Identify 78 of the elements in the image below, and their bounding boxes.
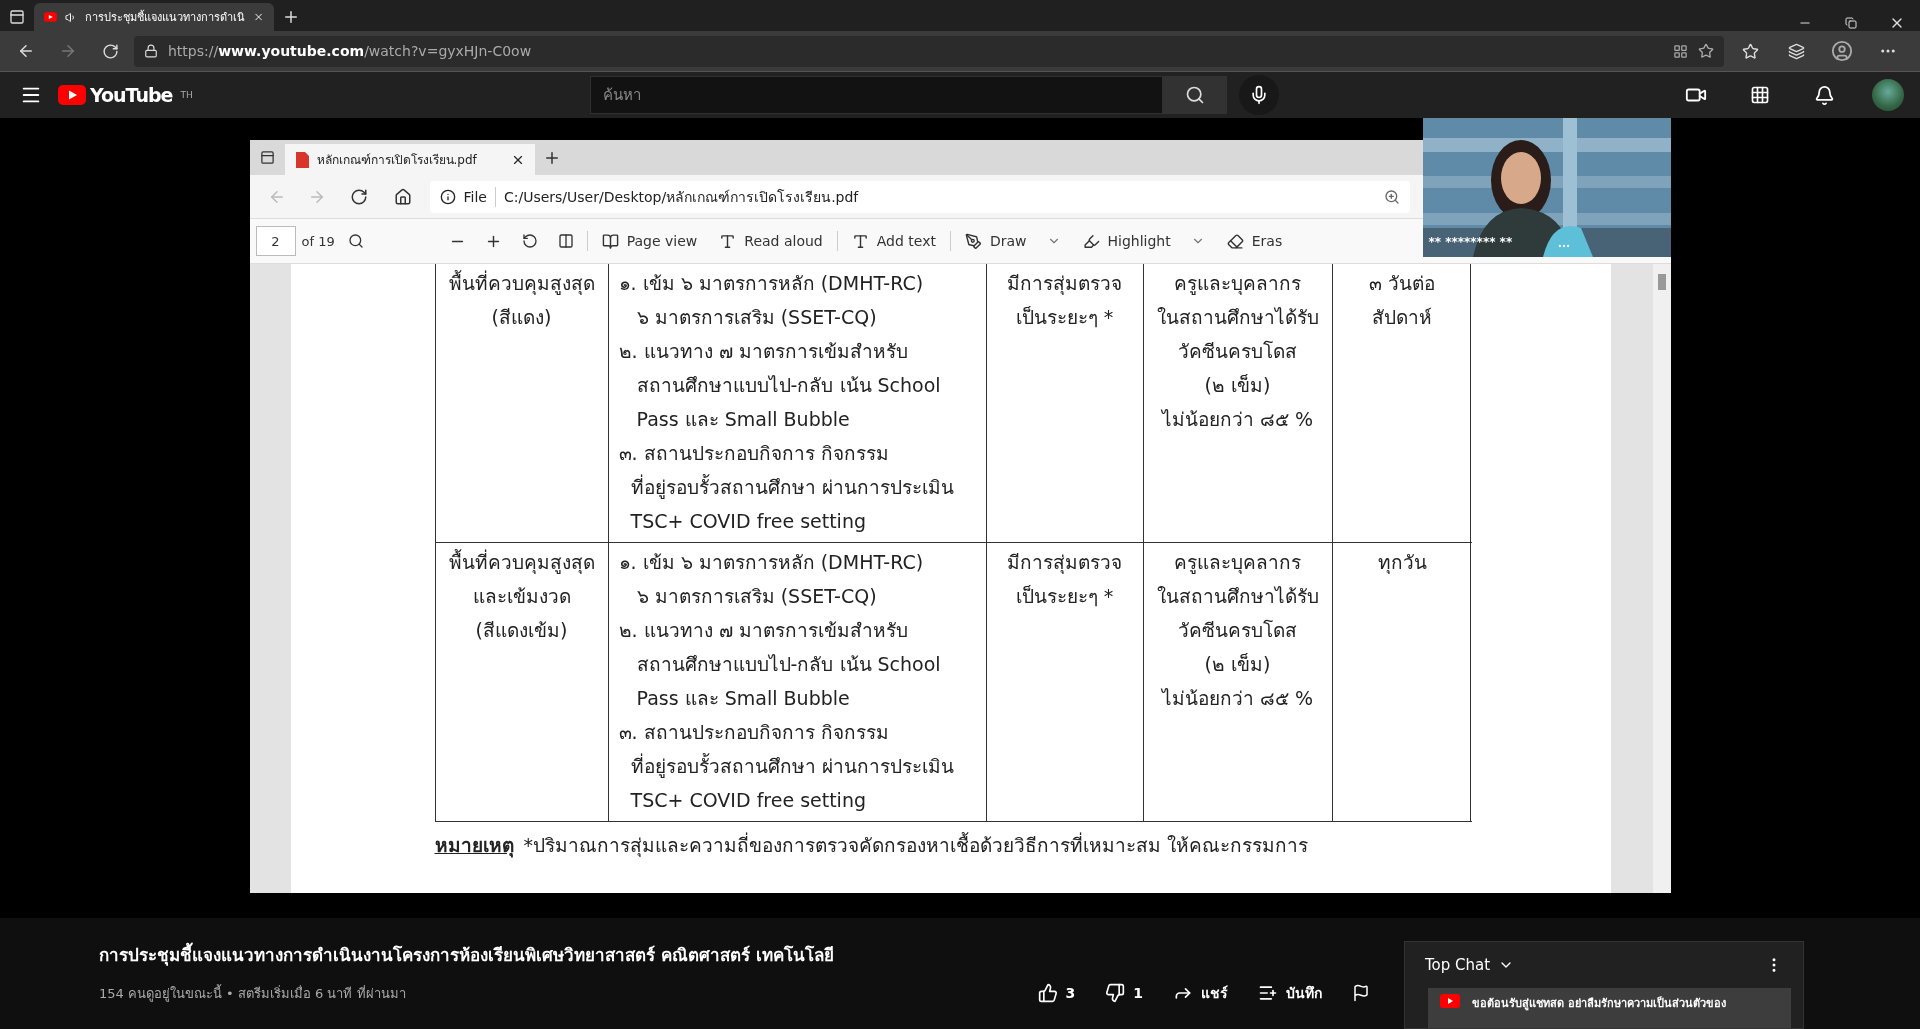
pdf-file-icon <box>294 151 309 168</box>
page-count: of 19 <box>301 233 335 249</box>
account-avatar[interactable] <box>1872 79 1904 111</box>
toolbar-button[interactable]: Page view <box>593 225 706 257</box>
favorite-icon[interactable] <box>1698 43 1714 59</box>
flag-icon <box>1352 984 1370 1002</box>
like-button[interactable]: 3 <box>1033 979 1080 1007</box>
thumbs-down-icon <box>1105 983 1126 1003</box>
video-meta: 154 คนดูอยู่ในขณะนี้ • สตรีมเริ่มเมื่อ 6 นาที ที่ผ่านมา <box>99 983 406 1004</box>
zoom-icon[interactable] <box>1383 188 1400 205</box>
search-icon <box>1184 85 1205 105</box>
thumbs-up-icon <box>1037 983 1058 1003</box>
highlighter-icon <box>1082 232 1100 250</box>
reload-icon[interactable] <box>101 42 119 60</box>
profile-icon[interactable] <box>1831 40 1853 62</box>
scrollbar[interactable] <box>1652 264 1671 893</box>
info-icon <box>439 188 456 205</box>
save-button[interactable]: บันทึก <box>1254 978 1326 1008</box>
search-icon[interactable] <box>347 233 364 249</box>
fit-width-icon[interactable] <box>557 233 574 249</box>
table-cell: ๓ วันต่อ สัปดาห์ <box>1331 264 1472 543</box>
table-cell: มีการสุ่มตรวจ เป็นระยะๆ * <box>985 264 1143 543</box>
table-cell: ทุกวัน <box>1331 543 1472 822</box>
video-logo-icon <box>1440 994 1460 1008</box>
chat-mode-dropdown[interactable]: Top Chat <box>1425 956 1515 974</box>
book-icon <box>601 232 619 250</box>
collections-icon[interactable] <box>1787 42 1805 60</box>
search-button[interactable] <box>1162 76 1227 114</box>
toolbar-button[interactable]: Read aloud <box>711 225 831 257</box>
apps-icon[interactable] <box>1750 85 1770 105</box>
table-cell: พื้นที่ควบคุมสูงสุด (สีแดง) <box>435 264 608 543</box>
toolbar-button[interactable]: Eras <box>1218 225 1291 257</box>
pdf-tab[interactable]: หลักเกณฑ์การเปิดโรงเรียน.pdf <box>284 144 535 175</box>
table-cell: ครูและบุคลากร ในสถานศึกษาได้รับ วัคซีนครบโดส (๒ เข็ม) ไม่น้อยกว่า ๘๕ % <box>1142 543 1332 822</box>
text-box-icon <box>851 232 869 250</box>
video-logo-icon <box>44 11 57 23</box>
table-cell: ๑. เข้ม ๖ มาตรการหลัก (DMHT-RC) ๖ มาตรการเสริม (SSET-CQ) ๒. แนวทาง ๗ มาตรการเข้มสำหรับ สถานศึกษาแบบไป-กลับ เน้น School Pass และ Small Bubble ๓. สถานประกอบกิจการ กิจกรรม ที่อยู่รอบรั้วสถานศึกษา ผ่านการประเมิน TSC+ COVID free setting <box>607 543 986 822</box>
share-button[interactable]: แชร์ <box>1169 978 1232 1008</box>
eraser-icon <box>1226 232 1244 250</box>
tab-title: การประชุมชี้แจงแนวทางการดำเนิ <box>84 9 245 26</box>
dislike-button[interactable]: 1 <box>1101 979 1147 1007</box>
participant-name: ** ******** ** <box>1428 235 1513 249</box>
add-to-list-icon <box>1258 983 1278 1003</box>
browser-tab[interactable]: การประชุมชี้แจงแนวทางการดำเนิ <box>34 3 274 31</box>
url-text: https://www.youtube.com/watch?v=gyxHJn-C0ow <box>168 43 532 59</box>
tab-title: หลักเกณฑ์การเปิดโรงเรียน.pdf <box>316 152 477 169</box>
toolbar-button[interactable]: Highlight <box>1074 225 1213 257</box>
rotate-icon[interactable] <box>521 233 538 249</box>
favorites-icon[interactable] <box>1741 42 1759 60</box>
back-icon[interactable] <box>17 42 35 60</box>
lock-icon <box>144 44 158 58</box>
table-cell: พื้นที่ควบคุมสูงสุด และเข้มงวด (สีแดงเข้ม) <box>435 543 608 822</box>
pen-icon <box>964 232 982 250</box>
reload-icon[interactable] <box>349 187 368 206</box>
file-label: File <box>463 188 487 205</box>
restore-icon[interactable] <box>1845 17 1857 29</box>
search-field[interactable]: ค้นหา <box>589 76 1163 114</box>
address-bar[interactable]: https://www.youtube.com/watch?v=gyxHJn-C0ow <box>134 35 1724 67</box>
notifications-icon[interactable] <box>1813 84 1835 106</box>
chat-message: ขอต้อนรับสู่แชทสด อย่าลืมรักษาความเป็นส่วนตัวของ <box>1428 988 1791 1028</box>
table-cell: ครูและบุคลากร ในสถานศึกษาได้รับ วัคซีนครบโดส (๒ เข็ม) ไม่น้อยกว่า ๘๕ % <box>1142 264 1332 543</box>
new-tab-icon[interactable] <box>282 8 300 26</box>
page-number-field[interactable]: 2 <box>255 226 296 256</box>
table-cell: ๑. เข้ม ๖ มาตรการหลัก (DMHT-RC) ๖ มาตรการเสริม (SSET-CQ) ๒. แนวทาง ๗ มาตรการเข้มสำหรับ สถานศึกษาแบบไป-กลับ เน้น School Pass และ Small Bubble ๓. สถานประกอบกิจการ กิจกรรม ที่อยู่รอบรั้วสถานศึกษา ผ่านการประเมิน TSC+ COVID free setting <box>607 264 986 543</box>
note-text: *ปริมาณการสุ่มและความถี่ของการตรวจคัดกรองหาเชื้อด้วยวิธีการที่เหมาะสม ให้คณะกรรมการ <box>523 831 1309 859</box>
toolbar-button[interactable]: Draw <box>956 225 1069 257</box>
toolbar-button[interactable]: Add text <box>843 225 944 257</box>
url-text: C:/Users/User/Desktop/หลักเกณฑ์การเปิดโรงเรียน.pdf <box>503 187 859 207</box>
table-cell: มีการสุ่มตรวจ เป็นระยะๆ * <box>985 543 1143 822</box>
app-available-icon[interactable] <box>1673 43 1688 59</box>
address-bar[interactable]: File C:/Users/User/Desktop/หลักเกณฑ์การเปิดโรงเรียน.pdf <box>429 180 1410 213</box>
home-icon[interactable] <box>393 187 412 206</box>
video-title: การประชุมชี้แจงแนวทางการดำเนินงานโครงการห้องเรียนพิเศษวิทยาสาสตร์ คณิตศาสตร์ เทคโนโลยี <box>99 941 1384 968</box>
voice-search-button[interactable] <box>1238 75 1279 115</box>
tab-actions-icon[interactable] <box>259 150 275 165</box>
youtube-logo[interactable]: YouTube $^{TH}$ <box>58 84 193 106</box>
forward-icon[interactable] <box>59 42 77 60</box>
note-label: หมายเหตุ <box>434 833 514 860</box>
